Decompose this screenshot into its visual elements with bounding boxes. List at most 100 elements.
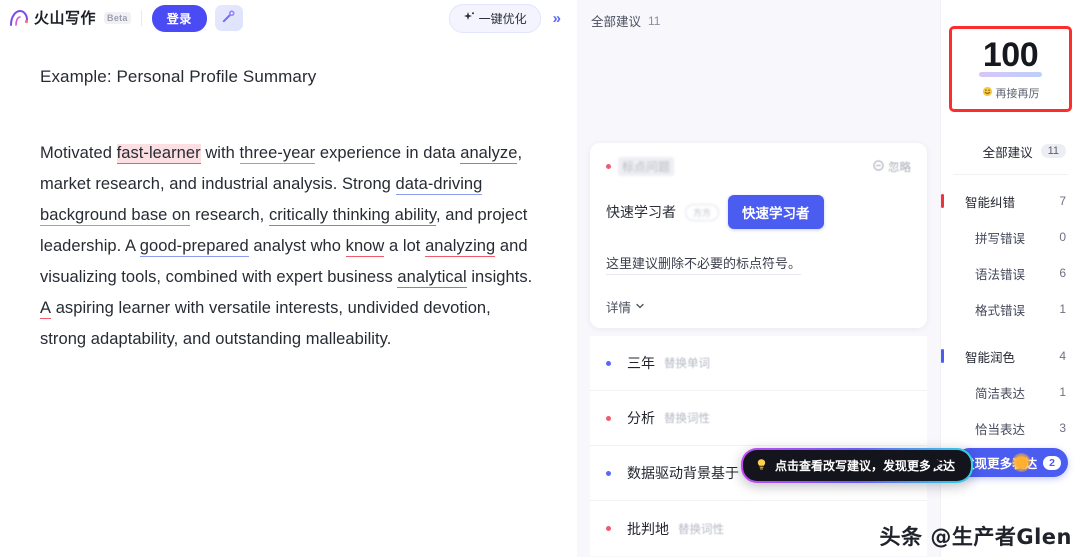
category-item-spelling[interactable]: 拼写错误 0 <box>941 219 1080 255</box>
document-editor[interactable]: Example: Personal Profile Summary Motiva… <box>0 36 577 355</box>
category-count: 4 <box>1059 349 1066 363</box>
category-item-grammar[interactable]: 语法错误 6 <box>941 255 1080 291</box>
text-run: Motivated <box>40 143 117 162</box>
text-run: insights. <box>466 267 533 286</box>
category-group-errors: 智能纠错 7 拼写错误 0 语法错误 6 格式错误 1 <box>941 183 1080 327</box>
optimize-label: 一键优化 <box>478 11 527 26</box>
category-label: 智能纠错 <box>965 195 1016 210</box>
error-span-critically[interactable]: critically thinking ability <box>268 205 436 226</box>
text-run: experience in data <box>315 143 461 162</box>
error-span-fast-learner[interactable]: fast-learner <box>116 143 201 164</box>
category-count: 0 <box>1059 230 1066 244</box>
text-run: research, <box>190 205 269 224</box>
replacement-hint-pill: 方方 <box>685 203 720 221</box>
rail-divider <box>953 174 1068 175</box>
suggestion-type-tag: 标点问题 <box>618 157 675 176</box>
apply-suggestion-button[interactable]: 快速学习者 <box>728 195 824 229</box>
category-count: 7 <box>1059 194 1066 208</box>
severity-dot-icon <box>606 526 611 531</box>
list-item-action: 替换词性 <box>678 523 724 536</box>
magic-wand-button[interactable] <box>214 5 243 31</box>
watermark: 头条 @生产者Glen <box>879 525 1072 549</box>
list-item-action: 替换单词 <box>664 358 710 370</box>
text-run: a lot <box>384 236 426 255</box>
severity-dot-icon <box>606 470 611 476</box>
minus-circle-icon <box>873 159 884 174</box>
error-span-know[interactable]: know <box>345 236 385 257</box>
category-count: 1 <box>1059 385 1066 399</box>
error-span-a[interactable]: A <box>40 298 52 319</box>
sparkle-icon <box>463 11 475 26</box>
text-run: aspiring learner with versatile interest… <box>40 298 491 348</box>
category-marker-icon <box>941 194 944 208</box>
grin-emoji-icon <box>982 86 993 100</box>
lightbulb-icon <box>755 458 768 474</box>
ignore-label: 忽略 <box>888 161 911 174</box>
score-value: 100 <box>978 35 1043 77</box>
collapse-panel-button[interactable]: » <box>547 8 567 29</box>
score-card: 100 再接再厉 <box>949 26 1072 112</box>
category-count: 3 <box>1059 421 1066 435</box>
category-item-smart-polish[interactable]: 智能润色 4 <box>941 338 1080 374</box>
category-all-suggestions[interactable]: 全部建议 11 <box>941 140 1080 162</box>
list-item-word: 三年 <box>627 355 655 371</box>
top-toolbar: 火山写作 Beta 登录 一键优化 » <box>0 0 577 36</box>
list-item[interactable]: 三年 替换单词 <box>590 336 927 391</box>
category-item-format[interactable]: 格式错误 1 <box>941 291 1080 327</box>
category-label: 语法错误 <box>975 267 1026 282</box>
category-all-label: 全部建议 <box>982 145 1033 160</box>
logo-text: 火山写作 <box>34 9 97 27</box>
severity-dot-icon <box>606 164 611 169</box>
app-logo[interactable]: 火山写作 <box>8 8 96 28</box>
tooltip-pointer-icon <box>930 455 942 471</box>
text-run: with <box>200 143 240 162</box>
suggestion-details-toggle[interactable]: 详情 <box>606 297 911 316</box>
category-count: 6 <box>1059 266 1066 280</box>
app-root: 火山写作 Beta 登录 一键优化 » Example: Personal Pr… <box>0 0 1080 557</box>
error-span-analyzing[interactable]: analyzing <box>425 236 496 257</box>
suggestion-panel-header: 全部建议 11 <box>577 0 940 30</box>
toolbar-right-group: 一键优化 » <box>448 3 567 33</box>
suggestion-header-label: 全部建议 <box>591 15 642 29</box>
list-item[interactable]: 批判地 替换词性 <box>590 501 927 556</box>
category-marker-icon <box>941 349 944 363</box>
discover-more-count: 2 <box>1043 455 1061 470</box>
editor-column: 火山写作 Beta 登录 一键优化 » Example: Personal Pr… <box>0 0 577 557</box>
category-label: 格式错误 <box>975 303 1026 318</box>
login-button[interactable]: 登录 <box>151 4 207 32</box>
tooltip-text: 点击查看改写建议，发现更多表达 <box>775 459 956 473</box>
category-item-appropriate[interactable]: 恰当表达 3 <box>941 410 1080 446</box>
original-text: 快速学习者 <box>606 204 676 220</box>
suggestion-description: 这里建议删除不必要的标点符号。 <box>606 253 802 275</box>
score-caption-label: 再接再厉 <box>995 87 1040 100</box>
one-click-optimize-button[interactable]: 一键优化 <box>448 3 541 33</box>
magic-wand-icon <box>221 9 236 27</box>
list-item-word: 批判地 <box>627 520 669 537</box>
style-span-good-prepared[interactable]: good-prepared <box>139 236 249 257</box>
style-span-three-year[interactable]: three-year <box>239 143 316 164</box>
category-count: 1 <box>1059 302 1066 316</box>
suggestion-replacement-row: 快速学习者 方方 快速学习者 <box>606 195 911 229</box>
category-all-count: 11 <box>1040 144 1066 158</box>
category-label: 恰当表达 <box>975 422 1026 437</box>
pulse-highlight-icon <box>1012 453 1031 472</box>
suggestion-card[interactable]: 标点问题 忽略 快速学习者 方方 快速学习者 这里建议删除不必要的标点符号。 详… <box>590 143 927 328</box>
toolbar-divider <box>140 10 142 26</box>
list-item-word: 数据驱动背景基于 <box>627 465 739 481</box>
ignore-button[interactable]: 忽略 <box>873 159 911 175</box>
list-item-word: 分析 <box>627 410 655 426</box>
category-label: 简洁表达 <box>975 386 1026 401</box>
volcano-logo-icon <box>8 8 30 28</box>
list-item-action: 替换词性 <box>664 413 710 425</box>
severity-dot-icon <box>606 415 611 421</box>
category-group-polish: 智能润色 4 简洁表达 1 恰当表达 3 <box>941 338 1080 446</box>
error-span-analyze[interactable]: analyze <box>460 143 518 164</box>
severity-dot-icon <box>606 360 611 366</box>
list-item[interactable]: 分析 替换词性 <box>590 391 927 446</box>
category-item-smart-correction[interactable]: 智能纠错 7 <box>941 183 1080 219</box>
category-label: 智能润色 <box>965 350 1016 365</box>
suggestion-card-header: 标点问题 忽略 <box>606 157 911 176</box>
category-item-concise[interactable]: 简洁表达 1 <box>941 374 1080 410</box>
details-label: 详情 <box>606 301 632 315</box>
error-span-analytical[interactable]: analytical <box>397 267 467 288</box>
